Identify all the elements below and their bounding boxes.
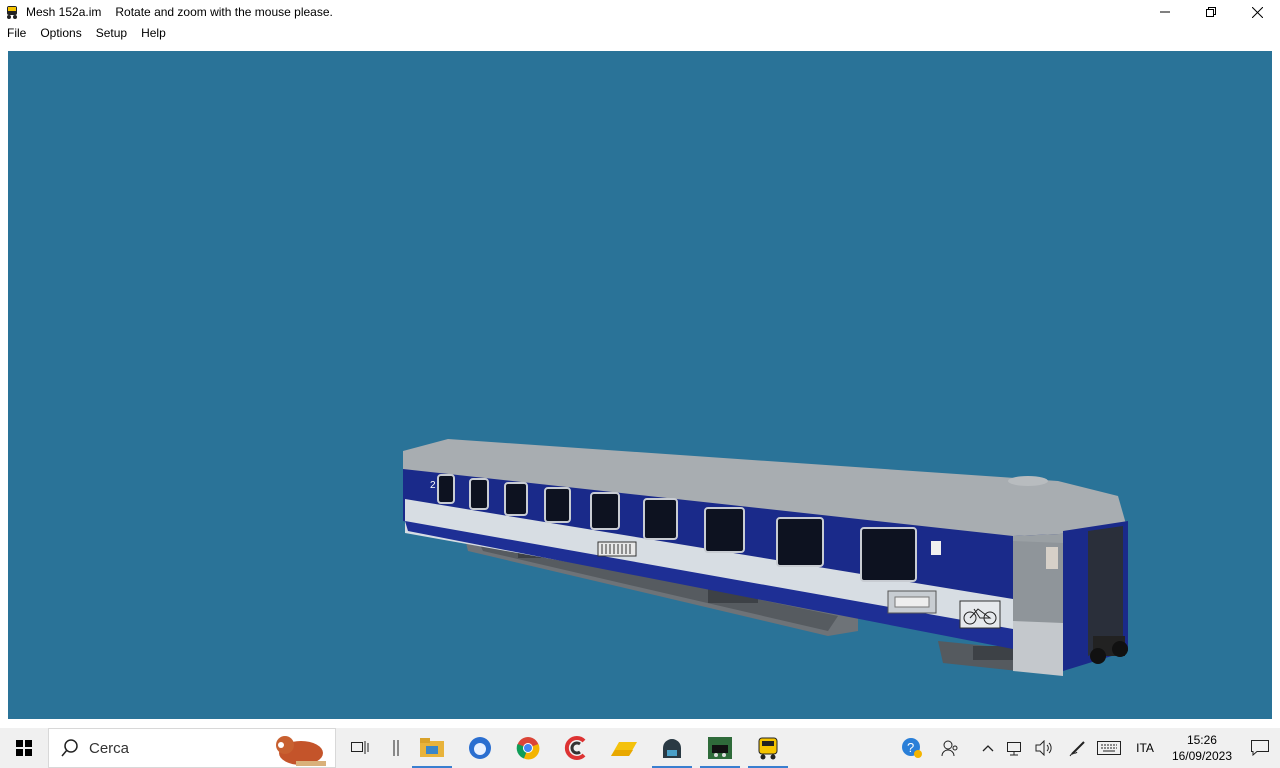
- train-sim-icon: [708, 737, 732, 759]
- loco-icon: [758, 737, 778, 760]
- class-number: 2: [430, 480, 436, 491]
- 3d-viewport[interactable]: 2: [8, 51, 1272, 719]
- svg-text:?: ?: [907, 740, 914, 755]
- search-placeholder: Cerca: [89, 739, 130, 757]
- red-panda-icon: [276, 736, 326, 766]
- app-icon-dark: [663, 739, 681, 758]
- volume-icon: [1035, 740, 1052, 756]
- clock-time: 15:26: [1186, 733, 1217, 747]
- help-tray-button[interactable]: ?: [900, 728, 924, 768]
- chevron-up-icon: [982, 745, 994, 752]
- notification-button[interactable]: [1240, 728, 1280, 768]
- drive-icon: [611, 742, 637, 756]
- search-box[interactable]: Cerca: [48, 728, 336, 768]
- bicycle-icon: [959, 600, 1001, 629]
- restore-button[interactable]: [1188, 0, 1234, 24]
- search-icon: [61, 739, 78, 757]
- keyboard-tray-button[interactable]: [1094, 728, 1124, 768]
- volume-tray-button[interactable]: [1032, 728, 1056, 768]
- show-hidden-icons-button[interactable]: [976, 728, 1000, 768]
- taskbar: Cerca ? ITA 15:26 16/09/2023: [0, 728, 1280, 768]
- pen-icon: [1069, 741, 1085, 757]
- ccleaner-button[interactable]: [552, 728, 600, 768]
- windows-icon: [16, 740, 32, 756]
- chrome-button[interactable]: [504, 728, 552, 768]
- file-explorer-button[interactable]: [408, 728, 456, 768]
- start-button[interactable]: [0, 728, 48, 768]
- language-indicator[interactable]: ITA: [1136, 741, 1154, 755]
- clock-date: 16/09/2023: [1171, 749, 1232, 763]
- network-tray-button[interactable]: [1004, 728, 1028, 768]
- task-view-button[interactable]: [336, 728, 384, 768]
- window-title: Mesh 152a.im: [26, 5, 102, 19]
- notification-icon: [1251, 740, 1269, 756]
- restore-icon: [1206, 7, 1216, 17]
- network-icon: [1007, 742, 1022, 756]
- menu-help[interactable]: Help: [134, 26, 173, 40]
- keyboard-icon: [1097, 741, 1122, 755]
- close-icon: [1251, 6, 1263, 18]
- loco-button[interactable]: [744, 728, 792, 768]
- menu-options[interactable]: Options: [33, 26, 88, 40]
- people-tray-button[interactable]: [938, 728, 962, 768]
- thunderbird-button[interactable]: [456, 728, 504, 768]
- train-sim-button[interactable]: [696, 728, 744, 768]
- task-view-icon: [351, 741, 369, 754]
- minimize-button[interactable]: [1142, 0, 1188, 24]
- menu-setup[interactable]: Setup: [89, 26, 134, 40]
- thunderbird-icon: [469, 737, 491, 759]
- people-icon: [941, 740, 958, 757]
- separator-icon: [384, 728, 408, 768]
- coach-model: 2: [403, 439, 1128, 676]
- pen-tray-button[interactable]: [1066, 728, 1090, 768]
- drive-button[interactable]: [600, 728, 648, 768]
- close-button[interactable]: [1234, 0, 1280, 24]
- menu-file[interactable]: File: [0, 26, 33, 40]
- system-tray: ? ITA 15:26 16/09/2023: [898, 728, 1280, 768]
- help-icon: ?: [902, 738, 923, 758]
- window-subtitle: Rotate and zoom with the mouse please.: [115, 5, 333, 19]
- file-explorer-icon: [420, 738, 444, 757]
- menu-bar: File Options Setup Help: [0, 24, 1280, 42]
- chrome-icon: [516, 737, 540, 760]
- clock[interactable]: 15:26 16/09/2023: [1172, 732, 1232, 764]
- ccleaner-icon: [564, 736, 586, 760]
- app-icon: [7, 6, 17, 19]
- app-button[interactable]: [648, 728, 696, 768]
- minimize-icon: [1160, 11, 1170, 13]
- title-bar: Mesh 152a.im Rotate and zoom with the mo…: [0, 0, 1280, 24]
